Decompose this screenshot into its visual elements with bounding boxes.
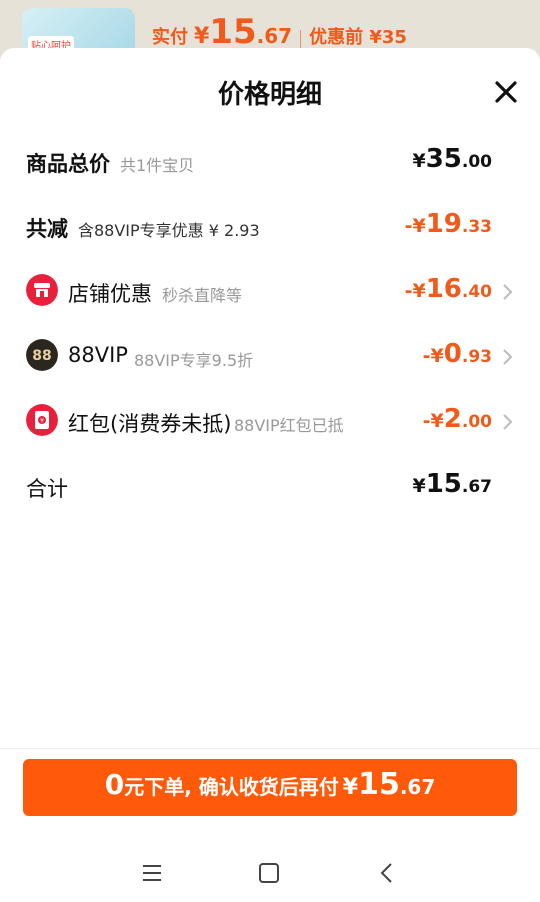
row-sum: 合计 ¥15.67 (26, 469, 492, 501)
price-detail-sheet: 价格明细 商品总价 共1件宝贝 ¥35.00 共减 含88VIP专享优惠 ¥ 2… (0, 48, 540, 902)
system-nav-bar (0, 848, 540, 902)
vip88-icon: 88 (26, 339, 58, 371)
chevron-right-icon (503, 414, 513, 430)
row-total-discount: 共减 含88VIP专享优惠 ¥ 2.93 -¥19.33 (26, 209, 492, 241)
shop-icon (26, 274, 58, 306)
row-shop-discount[interactable]: 店铺优惠 秒杀直降等 -¥16.40 (26, 272, 516, 312)
home-icon[interactable] (254, 858, 284, 888)
paid-label: 实付 (152, 27, 188, 48)
svg-text:¥: ¥ (40, 418, 44, 425)
menu-icon[interactable] (137, 858, 167, 888)
redpacket-icon: ¥ (26, 404, 58, 436)
chevron-right-icon (503, 284, 513, 300)
row-88vip[interactable]: 88 88VIP 88VIP专享9.5折 -¥0.93 (26, 337, 516, 377)
divider (0, 748, 540, 749)
chevron-right-icon (503, 349, 513, 365)
order-button[interactable]: 0元下单, 确认收货后再付 ¥15.67 (23, 759, 517, 816)
close-icon[interactable] (492, 78, 520, 106)
row-total-price: 商品总价 共1件宝贝 ¥35.00 (26, 144, 492, 176)
row-red-packet[interactable]: ¥ 红包(消费券未抵) 88VIP红包已抵 -¥2.00 (26, 402, 516, 442)
svg-text:88: 88 (32, 348, 51, 364)
before-discount-label: 优惠前 ¥35 (309, 27, 407, 48)
sheet-title: 价格明细 (217, 80, 322, 110)
background-price: 实付 ¥15.67 优惠前 ¥35 (152, 12, 407, 52)
back-icon[interactable] (372, 858, 402, 888)
